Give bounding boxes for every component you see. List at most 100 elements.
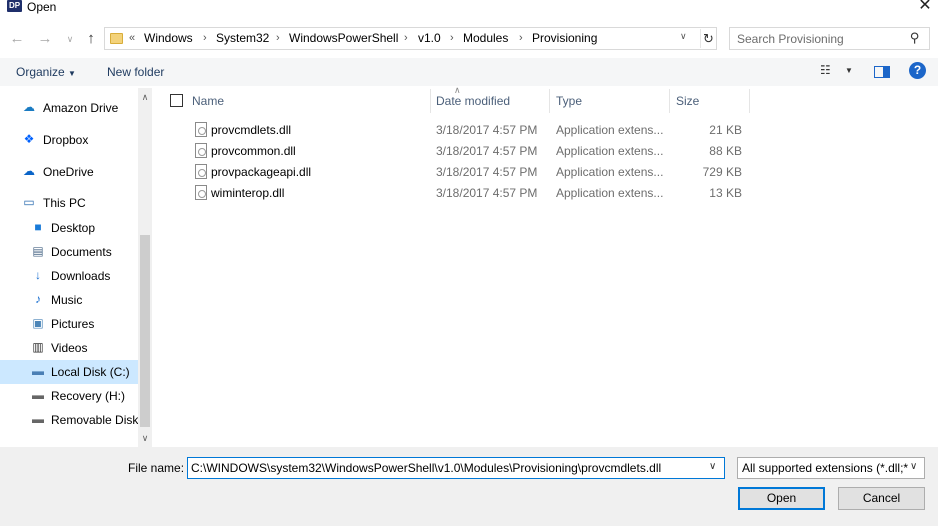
sidebar-item-dropbox[interactable]: ❖ Dropbox <box>0 128 138 152</box>
removable-disk-icon: ▬ <box>32 412 44 426</box>
navigation-pane: ☁ Amazon Drive ❖ Dropbox ☁ OneDrive ▭ Th… <box>0 88 152 447</box>
chevron-right-icon[interactable]: › <box>404 31 408 46</box>
view-options-icon[interactable]: ☷ <box>820 63 831 77</box>
open-button[interactable]: Open <box>738 487 825 510</box>
file-name-input[interactable]: C:\WINDOWS\system32\WindowsPowerShell\v1… <box>187 457 725 479</box>
chevron-down-icon[interactable]: ∨ <box>709 461 716 472</box>
file-row[interactable]: provcommon.dll 3/18/2017 4:57 PM Applica… <box>160 140 750 161</box>
sidebar-item-videos[interactable]: ▥ Videos <box>0 336 138 360</box>
file-type-filter-select[interactable]: All supported extensions (*.dll;* ∨ <box>737 457 925 479</box>
cancel-button[interactable]: Cancel <box>838 487 925 510</box>
file-name: wiminterop.dll <box>211 186 285 200</box>
column-divider[interactable] <box>430 89 431 113</box>
file-type: Application extens... <box>556 186 664 200</box>
breadcrumb-v1[interactable]: v1.0 <box>418 31 441 46</box>
organize-button[interactable]: Organize ▼ <box>16 65 76 81</box>
sidebar-item-label: Local Disk (C:) <box>51 365 130 379</box>
title-bar: DP Open ✕ <box>0 0 938 18</box>
address-bar[interactable]: « Windows › System32 › WindowsPowerShell… <box>104 27 717 50</box>
file-name: provpackageapi.dll <box>211 165 312 179</box>
sidebar-item-removable-disk[interactable]: ▬ Removable Disk <box>0 408 138 432</box>
file-row[interactable]: wiminterop.dll 3/18/2017 4:57 PM Applica… <box>160 182 750 203</box>
scrollbar-thumb[interactable] <box>140 235 150 427</box>
breadcrumb-windowspowershell[interactable]: WindowsPowerShell <box>289 31 398 46</box>
chevron-down-icon[interactable]: ∨ <box>910 461 917 472</box>
file-name: provcommon.dll <box>211 144 296 158</box>
dll-file-icon <box>195 185 207 200</box>
dll-file-icon <box>195 164 207 179</box>
close-icon[interactable]: ✕ <box>916 0 934 15</box>
sidebar-scrollbar[interactable]: ∧ ∨ <box>138 88 152 447</box>
breadcrumb-system32[interactable]: System32 <box>216 31 269 46</box>
dll-file-icon <box>195 122 207 137</box>
search-icon[interactable]: ⚲ <box>910 30 920 46</box>
address-overflow[interactable]: « <box>129 31 135 46</box>
column-divider[interactable] <box>749 89 750 113</box>
sidebar-item-pictures[interactable]: ▣ Pictures <box>0 312 138 336</box>
chevron-down-icon[interactable]: ∨ <box>138 431 152 445</box>
command-bar: Organize ▼ New folder ☷ ▼ ? <box>0 58 938 86</box>
chevron-right-icon[interactable]: › <box>519 31 523 46</box>
sidebar-item-music[interactable]: ♪ Music <box>0 288 138 312</box>
search-placeholder: Search Provisioning <box>737 32 844 46</box>
sidebar-item-amazon-drive[interactable]: ☁ Amazon Drive <box>0 96 138 120</box>
chevron-right-icon[interactable]: › <box>450 31 454 46</box>
breadcrumb-provisioning[interactable]: Provisioning <box>532 31 597 46</box>
sidebar-item-label: Amazon Drive <box>43 101 119 115</box>
amazon-drive-icon: ☁ <box>23 100 35 114</box>
file-name-value: C:\WINDOWS\system32\WindowsPowerShell\v1… <box>191 461 662 475</box>
sidebar-item-local-disk-c[interactable]: ▬ Local Disk (C:) <box>0 360 138 384</box>
sidebar-item-this-pc[interactable]: ▭ This PC <box>0 191 138 215</box>
column-header-date[interactable]: Date modified <box>436 94 510 108</box>
window-title: Open <box>27 0 57 14</box>
file-size: 729 KB <box>702 165 742 179</box>
column-header-name[interactable]: Name <box>192 94 224 108</box>
chevron-down-icon[interactable]: ▼ <box>845 66 853 75</box>
file-date: 3/18/2017 4:57 PM <box>436 165 538 179</box>
refresh-icon[interactable]: ↻ <box>700 29 716 48</box>
back-arrow-icon[interactable]: ← <box>8 28 26 50</box>
sidebar-item-label: This PC <box>43 196 86 210</box>
file-row[interactable]: provcmdlets.dll 3/18/2017 4:57 PM Applic… <box>160 119 750 140</box>
preview-pane-icon[interactable] <box>874 66 890 78</box>
new-folder-button[interactable]: New folder <box>107 65 164 79</box>
file-type: Application extens... <box>556 123 664 137</box>
desktop-icon: ■ <box>34 220 42 234</box>
chevron-up-icon[interactable]: ∧ <box>138 90 152 104</box>
search-input[interactable]: Search Provisioning ⚲ <box>729 27 930 50</box>
file-size: 21 KB <box>709 123 742 137</box>
sidebar-item-label: Music <box>51 293 83 307</box>
sidebar-item-label: OneDrive <box>43 165 94 179</box>
organize-label: Organize <box>16 65 65 79</box>
column-header-size[interactable]: Size <box>676 94 699 108</box>
sidebar-item-onedrive[interactable]: ☁ OneDrive <box>0 160 138 184</box>
breadcrumb-windows[interactable]: Windows <box>144 31 193 46</box>
downloads-icon: ↓ <box>35 268 41 282</box>
chevron-down-icon[interactable]: ∨ <box>680 31 687 42</box>
file-type: Application extens... <box>556 144 664 158</box>
drive-icon: ▬ <box>32 388 44 402</box>
column-divider[interactable] <box>669 89 670 113</box>
up-arrow-icon[interactable]: ↑ <box>82 28 100 50</box>
dialog-footer: File name: C:\WINDOWS\system32\WindowsPo… <box>0 447 938 526</box>
music-icon: ♪ <box>35 292 41 306</box>
dll-file-icon <box>195 143 207 158</box>
sidebar-item-desktop[interactable]: ■ Desktop <box>0 216 138 240</box>
column-header-row: ∧ Name Date modified Type Size <box>160 85 750 113</box>
sidebar-item-downloads[interactable]: ↓ Downloads <box>0 264 138 288</box>
sidebar-item-documents[interactable]: ▤ Documents <box>0 240 138 264</box>
file-type-filter-value: All supported extensions (*.dll;* <box>742 461 909 475</box>
breadcrumb-modules[interactable]: Modules <box>463 31 508 46</box>
dropbox-icon: ❖ <box>23 132 35 146</box>
chevron-right-icon[interactable]: › <box>276 31 280 46</box>
forward-arrow-icon[interactable]: → <box>36 28 54 50</box>
file-date: 3/18/2017 4:57 PM <box>436 144 538 158</box>
file-row[interactable]: provpackageapi.dll 3/18/2017 4:57 PM App… <box>160 161 750 182</box>
sidebar-item-recovery-h[interactable]: ▬ Recovery (H:) <box>0 384 138 408</box>
chevron-right-icon[interactable]: › <box>203 31 207 46</box>
column-header-type[interactable]: Type <box>556 94 582 108</box>
file-size: 88 KB <box>709 144 742 158</box>
recent-locations-chevron-icon[interactable]: ∨ <box>61 28 79 50</box>
column-divider[interactable] <box>549 89 550 113</box>
help-icon[interactable]: ? <box>909 62 926 79</box>
